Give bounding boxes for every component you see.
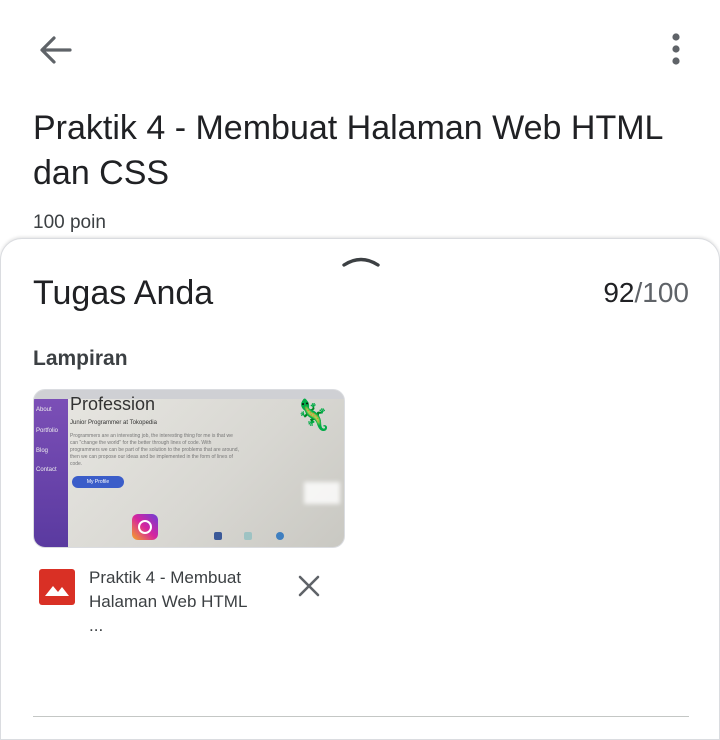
grade-display: 92/100 [603,277,689,309]
back-button[interactable] [34,28,78,72]
facebook-icon [214,532,222,540]
attachment-thumbnail[interactable]: About Portfolio Blog Contact Profession … [33,389,345,548]
thumbnail-nav-item: Blog [36,448,49,454]
instagram-icon [132,514,158,540]
attachment-file-name: Praktik 4 - Membuat Halaman Web HTML ... [89,568,247,635]
thumbnail-sidebar: About Portfolio Blog Contact [34,399,68,547]
arrow-back-icon [40,36,72,64]
thumbnail-subtitle: Junior Programmer at Tokopedia [70,420,157,426]
your-work-title: Tugas Anda [33,274,214,312]
photo-glare [304,482,340,504]
close-icon [298,575,320,597]
assignment-title: Praktik 4 - Membuat Halaman Web HTML dan… [33,109,663,192]
lizard-illustration: 🦎 [294,399,332,432]
thumbnail-nav-item: About [36,407,52,413]
chevron-up-icon [342,257,380,267]
image-file-icon [39,569,75,605]
grade-score: 92 [603,277,635,308]
social-icon [244,532,252,540]
thumbnail-profile-button: My Profile [72,476,124,488]
attachments-label: Lampiran [33,347,128,370]
your-work-sheet: Tugas Anda 92/100 Lampiran About Portfol… [0,238,720,740]
thumbnail-heading: Profession [70,394,156,414]
thumbnail-paragraph: Programmers are an interesting job, the … [70,433,239,467]
remove-attachment-button[interactable] [295,572,323,600]
expand-sheet-handle[interactable] [341,251,381,273]
section-divider [33,716,689,717]
telegram-icon [276,532,284,540]
more-options-button[interactable] [660,28,692,72]
more-vert-icon [672,33,680,65]
attachment-file-row[interactable]: Praktik 4 - Membuat Halaman Web HTML ... [33,561,343,635]
thumbnail-nav-item: Contact [36,467,57,473]
assignment-points: 100 poin [33,212,106,233]
thumbnail-nav-item: Portfolio [36,428,59,434]
grade-max: /100 [634,277,690,308]
top-app-bar [0,0,720,100]
